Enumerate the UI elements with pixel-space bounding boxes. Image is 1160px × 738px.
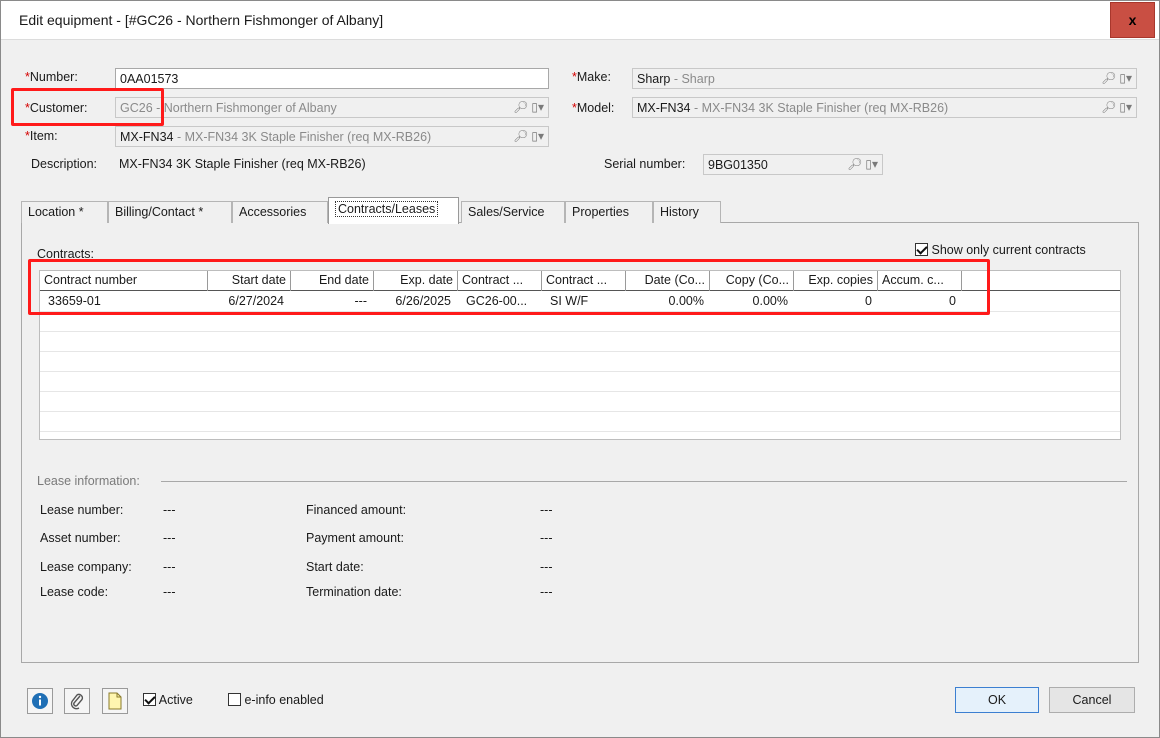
- info-button[interactable]: [27, 688, 53, 714]
- lookup-menu-icon[interactable]: ▯▾: [865, 156, 878, 172]
- active-checkbox[interactable]: Active: [143, 693, 193, 707]
- cell-start-date: 6/27/2024: [228, 294, 284, 308]
- start-date-label: Start date:: [306, 560, 364, 574]
- checkbox-checked-icon[interactable]: [143, 693, 156, 706]
- column-header[interactable]: Exp. date: [374, 271, 458, 291]
- tab-billing-contact[interactable]: Billing/Contact *: [108, 201, 232, 223]
- start-date-value: ---: [540, 560, 553, 574]
- column-header[interactable]: Contract ...: [458, 271, 542, 291]
- document-icon: [108, 692, 122, 710]
- asset-number-label: Asset number:: [40, 531, 121, 545]
- column-header[interactable]: Contract number: [40, 271, 208, 291]
- search-icon[interactable]: 🔎︎: [847, 156, 862, 172]
- checkbox-unchecked-icon[interactable]: [228, 693, 241, 706]
- lease-section-divider: [161, 481, 1127, 482]
- window-title: Edit equipment - [#GC26 - Northern Fishm…: [19, 12, 384, 28]
- column-header[interactable]: Contract ...: [542, 271, 626, 291]
- cell-exp-date: 6/26/2025: [395, 294, 451, 308]
- contracts-label: Contracts:: [37, 247, 94, 261]
- row-divider: [40, 311, 1120, 312]
- payment-amount-value: ---: [540, 531, 553, 545]
- search-icon[interactable]: 🔎︎: [513, 99, 528, 115]
- tab-location[interactable]: Location *: [21, 201, 108, 223]
- cell-exp-copies: 0: [865, 294, 872, 308]
- lease-number-value: ---: [163, 503, 176, 517]
- cell-contract-code: GC26-00...: [466, 294, 528, 308]
- lookup-menu-icon[interactable]: ▯▾: [1119, 70, 1132, 86]
- lease-company-value: ---: [163, 560, 176, 574]
- lease-code-value: ---: [163, 585, 176, 599]
- cell-date-coverage: 0.00%: [668, 294, 704, 308]
- item-field[interactable]: MX-FN34 - MX-FN34 3K Staple Finisher (re…: [115, 126, 549, 147]
- item-label: *Item:: [25, 129, 58, 143]
- attachment-button[interactable]: [64, 688, 90, 714]
- search-icon[interactable]: 🔎︎: [1101, 99, 1116, 115]
- cell-contract-number: 33659-01: [48, 294, 101, 308]
- lease-number-label: Lease number:: [40, 503, 124, 517]
- contracts-grid[interactable]: Contract number Start date End date Exp.…: [39, 270, 1121, 440]
- tab-history[interactable]: History: [653, 201, 721, 223]
- column-header[interactable]: Accum. c...: [878, 271, 962, 291]
- make-field[interactable]: Sharp - Sharp 🔎︎ ▯▾: [632, 68, 1137, 89]
- lease-information-label: Lease information:: [37, 474, 140, 488]
- column-header[interactable]: Copy (Co...: [710, 271, 794, 291]
- lookup-menu-icon[interactable]: ▯▾: [1119, 99, 1132, 115]
- model-field[interactable]: MX-FN34 - MX-FN34 3K Staple Finisher (re…: [632, 97, 1137, 118]
- column-header[interactable]: Date (Co...: [626, 271, 710, 291]
- number-label: *Number:: [25, 70, 78, 84]
- search-icon[interactable]: 🔎︎: [513, 128, 528, 144]
- column-header[interactable]: End date: [291, 271, 374, 291]
- contracts-grid-header: Contract number Start date End date Exp.…: [40, 271, 1120, 291]
- financed-amount-value: ---: [540, 503, 553, 517]
- termination-date-label: Termination date:: [306, 585, 402, 599]
- lookup-menu-icon[interactable]: ▯▾: [531, 128, 544, 144]
- tab-sales-service[interactable]: Sales/Service: [461, 201, 565, 223]
- asset-number-value: ---: [163, 531, 176, 545]
- serial-number-field[interactable]: 9BG01350 🔎︎ ▯▾: [703, 154, 883, 175]
- financed-amount-label: Financed amount:: [306, 503, 407, 517]
- einfo-enabled-checkbox[interactable]: e-info enabled: [228, 693, 324, 707]
- row-divider: [40, 391, 1120, 392]
- title-bar: Edit equipment - [#GC26 - Northern Fishm…: [1, 1, 1159, 40]
- search-icon[interactable]: 🔎︎: [1101, 70, 1116, 86]
- row-divider: [40, 351, 1120, 352]
- ok-button[interactable]: OK: [955, 687, 1039, 713]
- close-button[interactable]: x: [1110, 2, 1155, 38]
- column-header[interactable]: Exp. copies: [794, 271, 878, 291]
- row-divider: [40, 331, 1120, 332]
- row-divider: [40, 431, 1120, 432]
- lookup-menu-icon[interactable]: ▯▾: [531, 99, 544, 115]
- serial-number-label: Serial number:: [604, 157, 686, 171]
- number-field[interactable]: 0AA01573: [115, 68, 549, 89]
- paperclip-icon: [70, 693, 84, 710]
- column-header[interactable]: Start date: [208, 271, 291, 291]
- customer-field[interactable]: GC26 - Northern Fishmonger of Albany 🔎︎ ▯…: [115, 97, 549, 118]
- termination-date-value: ---: [540, 585, 553, 599]
- tab-accessories[interactable]: Accessories: [232, 201, 328, 223]
- tab-properties[interactable]: Properties: [565, 201, 653, 223]
- lease-company-label: Lease company:: [40, 560, 132, 574]
- show-current-contracts-checkbox[interactable]: Show only current contracts: [915, 243, 1086, 257]
- edit-equipment-window: Edit equipment - [#GC26 - Northern Fishm…: [0, 0, 1160, 738]
- cell-accum-copies: 0: [949, 294, 956, 308]
- make-label: *Make:: [572, 70, 611, 84]
- payment-amount-label: Payment amount:: [306, 531, 404, 545]
- description-value: MX-FN34 3K Staple Finisher (req MX-RB26): [119, 157, 366, 171]
- checkbox-checked-icon[interactable]: [915, 243, 928, 256]
- model-label: *Model:: [572, 101, 615, 115]
- cell-contract-type: SI W/F: [550, 294, 589, 308]
- cancel-button[interactable]: Cancel: [1049, 687, 1135, 713]
- lease-code-label: Lease code:: [40, 585, 109, 599]
- row-divider: [40, 371, 1120, 372]
- tab-contracts-leases[interactable]: Contracts/Leases: [328, 197, 459, 224]
- info-icon: [32, 693, 48, 709]
- description-label: Description:: [31, 157, 97, 171]
- row-divider: [40, 411, 1120, 412]
- cell-end-date: ---: [354, 294, 368, 308]
- notes-button[interactable]: [102, 688, 128, 714]
- customer-label: *Customer:: [25, 101, 88, 115]
- cell-copy-coverage: 0.00%: [752, 294, 788, 308]
